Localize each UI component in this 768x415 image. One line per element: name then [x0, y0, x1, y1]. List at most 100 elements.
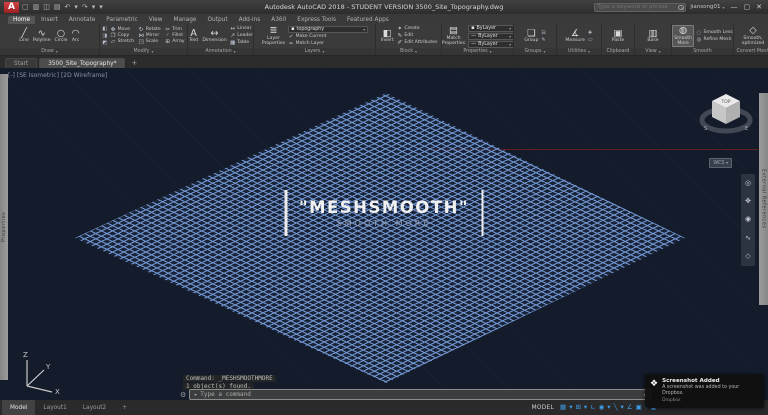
match-properties-button[interactable]: ▤ Match Properties: [442, 26, 466, 46]
bylayer-dropdown[interactable]: ▪ ByLayer ▾: [468, 24, 513, 32]
modify-tool-button[interactable]: ▱ Stretch: [110, 39, 134, 45]
maximize-button[interactable]: ▢: [744, 3, 751, 11]
modify-flyout-icon[interactable]: ◩: [102, 40, 107, 46]
panel-label-smooth[interactable]: Smooth: [672, 48, 733, 55]
ribbon-tab[interactable]: Annotate: [64, 16, 101, 24]
navbar-tool-icon[interactable]: ◉: [745, 216, 751, 223]
panel-label-draw[interactable]: Draw ▾: [0, 48, 99, 55]
modify-tool-button[interactable]: ◳ Scale: [138, 39, 161, 45]
ribbon-tab[interactable]: Add-ins: [234, 16, 266, 24]
utilities-small-icon[interactable]: ▭: [588, 37, 593, 43]
panel-label-layers[interactable]: Layers ▾: [254, 48, 375, 55]
customize-wrench-icon[interactable]: ⚙: [180, 391, 186, 399]
properties-palette-tab[interactable]: Properties: [0, 74, 8, 380]
model-space-button[interactable]: MODEL: [532, 405, 554, 411]
viewport-control[interactable]: [SE Isometric]: [17, 72, 59, 79]
groups-small-icon[interactable]: ⊟: [541, 30, 545, 36]
smooth-row-button[interactable]: ◌ Smooth Less: [696, 30, 733, 36]
ribbon-tab[interactable]: Output: [202, 16, 232, 24]
annotation-row-button[interactable]: ↔ Linear: [230, 26, 253, 32]
qat-icon[interactable]: ▾: [74, 3, 78, 11]
search-icon[interactable]: [678, 4, 684, 10]
bylayer-dropdown[interactable]: — ByLayer ▾: [468, 32, 513, 40]
navbar-tool-icon[interactable]: ◇: [745, 253, 750, 260]
ribbon-tab[interactable]: Featured Apps: [342, 16, 394, 24]
layout-tab[interactable]: Layout2: [75, 400, 114, 415]
ribbon-tab[interactable]: Parametric: [101, 16, 142, 24]
ribbon-tab[interactable]: Manage: [168, 16, 201, 24]
layout-tab[interactable]: Model: [2, 400, 36, 415]
group-button[interactable]: ❏ Group: [523, 29, 539, 44]
annotation-tool-button[interactable]: A Text: [188, 29, 199, 44]
qat-icon[interactable]: ◫: [43, 3, 50, 11]
ribbon-tab[interactable]: A360: [266, 16, 291, 24]
status-toggle-icon[interactable]: ▾: [607, 404, 610, 411]
layer-properties-button[interactable]: ≣ Layer Properties: [261, 26, 286, 46]
app-menu-button[interactable]: A: [4, 1, 19, 13]
wcs-dropdown[interactable]: WCS ▾: [709, 158, 732, 168]
layout-tab[interactable]: Layout1: [35, 400, 74, 415]
viewcube[interactable]: S E TOP: [698, 86, 754, 150]
qat-icon[interactable]: ↶: [65, 3, 71, 11]
qat-icon[interactable]: ▤: [54, 3, 61, 11]
insert-button[interactable]: ◧ Insert: [380, 29, 395, 44]
signin-menu[interactable]: jiansong01 ▾: [690, 4, 724, 10]
external-references-palette-tab[interactable]: External References: [759, 93, 768, 305]
smooth-more-button[interactable]: ◍ Smooth More: [672, 25, 694, 47]
ribbon-tab[interactable]: Home: [8, 16, 36, 24]
status-toggle-icon[interactable]: ╲: [614, 404, 618, 411]
panel-label-clipboard[interactable]: Clipboard: [602, 48, 634, 55]
qat-icon[interactable]: ▢: [22, 3, 29, 11]
modify-flyout-icon[interactable]: ◨: [102, 33, 107, 39]
command-input[interactable]: ▸ Type a command ▴: [189, 389, 652, 400]
status-toggle-icon[interactable]: ∠: [627, 404, 633, 411]
block-row-button[interactable]: ✎ Edit: [397, 33, 438, 39]
draw-tool-button[interactable]: ◠ Arc: [70, 29, 80, 44]
ribbon-tab[interactable]: Express Tools: [292, 16, 341, 24]
new-drawing-tab-button[interactable]: +: [127, 59, 141, 68]
layout-tab[interactable]: +: [114, 400, 135, 415]
status-toggle-icon[interactable]: ⊞: [575, 404, 580, 411]
navbar-tool-icon[interactable]: ◎: [745, 179, 751, 187]
panel-label-annotation[interactable]: Annotation ▾: [188, 48, 253, 55]
measure-button[interactable]: ∡ Measure: [564, 29, 586, 44]
base-button[interactable]: ▥ Base: [646, 29, 659, 44]
draw-tool-button[interactable]: ╱ Line: [18, 29, 30, 44]
status-toggle-icon[interactable]: ▣: [636, 404, 642, 411]
bylayer-dropdown[interactable]: — ByLayer ▾: [468, 40, 513, 48]
qat-icon[interactable]: ↷: [82, 3, 88, 11]
file-tab-drawing[interactable]: 3500_Site_Topography*: [39, 58, 126, 68]
help-search[interactable]: [594, 2, 687, 12]
layers-row-button[interactable]: ✓ Make Current: [288, 34, 368, 40]
navbar-tool-icon[interactable]: ✥: [745, 198, 751, 205]
panel-label-block[interactable]: Block ▾: [376, 48, 441, 55]
qat-icon[interactable]: ▾: [99, 3, 103, 11]
draw-tool-button[interactable]: ∿ Polyline: [32, 29, 52, 44]
status-toggle-icon[interactable]: ◉: [599, 404, 605, 411]
modify-tool-button[interactable]: ⊞ Array: [165, 39, 184, 45]
panel-label-modify[interactable]: Modify ▾: [100, 48, 187, 55]
user-name[interactable]: jiansong01: [690, 4, 720, 10]
navbar-tool-icon[interactable]: ∿: [745, 234, 751, 242]
ribbon-tab[interactable]: Insert: [36, 16, 63, 24]
layer-dropdown[interactable]: ▪ topography ▾: [288, 25, 369, 33]
utilities-small-icon[interactable]: ✚: [588, 30, 593, 36]
smooth-optimized-button[interactable]: ◇ Smooth, optimized: [741, 26, 766, 46]
minimize-button[interactable]: —: [731, 3, 738, 11]
qat-icon[interactable]: ▾: [92, 3, 96, 11]
status-toggle-icon[interactable]: ▾: [584, 404, 587, 411]
layers-row-button[interactable]: ≈ Match Layer: [288, 41, 368, 47]
panel-label-properties[interactable]: Properties ▾: [442, 48, 513, 55]
panel-label-convert-mesh[interactable]: Convert Mesh: [734, 48, 768, 55]
search-input[interactable]: [597, 4, 677, 10]
status-toggle-icon[interactable]: ▦: [560, 404, 566, 411]
panel-label-view[interactable]: View ▾: [635, 48, 671, 55]
groups-small-icon[interactable]: ✎: [541, 37, 545, 43]
draw-tool-button[interactable]: ○ Circle: [54, 29, 69, 44]
panel-label-groups[interactable]: Groups ▾: [514, 48, 556, 55]
ribbon-tab[interactable]: View: [144, 16, 168, 24]
viewport-control[interactable]: [-]: [8, 72, 15, 79]
viewport-control[interactable]: [2D Wireframe]: [61, 72, 107, 79]
annotation-row-button[interactable]: ↗ Leader: [230, 33, 253, 39]
close-button[interactable]: ✕: [756, 3, 762, 11]
